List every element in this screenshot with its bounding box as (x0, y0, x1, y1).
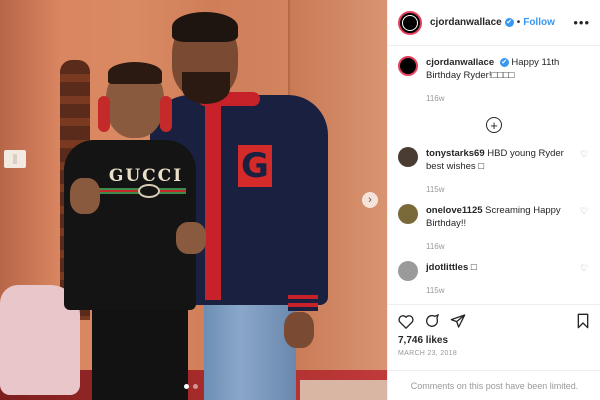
caption-avatar[interactable] (398, 56, 418, 76)
jacket-letter: G (238, 145, 272, 187)
man-jacket-cuff (288, 295, 318, 311)
comment-row: jdotlittles □ 115w ♡ (398, 261, 590, 297)
shirt-logo (138, 184, 160, 198)
comment-age[interactable]: 116w (426, 240, 578, 253)
man-beard (182, 72, 230, 104)
man-hand (284, 312, 314, 348)
share-icon[interactable] (450, 313, 466, 329)
man-hair (172, 12, 238, 42)
caption-age[interactable]: 116w (426, 92, 590, 105)
caption-body: cjordanwallace ✔ Happy 11th Birthday Ryd… (426, 56, 590, 105)
comments-list[interactable]: cjordanwallace ✔ Happy 11th Birthday Ryd… (388, 46, 600, 304)
comments-limited-notice: Comments on this post have been limited. (388, 370, 600, 400)
post-date: MARCH 23, 2018 (398, 350, 458, 357)
floor-right (300, 380, 387, 400)
carousel-dot (193, 384, 198, 389)
boy-hair (108, 62, 162, 84)
carousel-dots (184, 384, 198, 389)
commenter-username[interactable]: tonystarks69 (426, 148, 485, 159)
comment-like-heart-icon[interactable]: ♡ (578, 149, 590, 160)
commenter-avatar[interactable] (398, 147, 418, 167)
comment-body: onelove1125 Screaming Happy Birthday!! 11… (426, 204, 578, 253)
action-icons (398, 313, 590, 329)
light-switch (4, 150, 26, 168)
more-options-icon[interactable]: ••• (573, 15, 590, 30)
commenter-username[interactable]: onelove1125 (426, 205, 483, 216)
plus-circle-icon: + (486, 117, 502, 133)
caption: cjordanwallace ✔ Happy 11th Birthday Ryd… (398, 56, 590, 105)
headphones-right (160, 96, 172, 132)
commenter-avatar[interactable] (398, 204, 418, 224)
caption-username[interactable]: cjordanwallace (426, 57, 494, 68)
bookmark-icon[interactable] (576, 313, 590, 329)
boy-hand-right (176, 222, 206, 254)
comment-like-heart-icon[interactable]: ♡ (578, 263, 590, 274)
author-avatar[interactable] (398, 10, 422, 35)
comment-like-heart-icon[interactable]: ♡ (578, 206, 590, 217)
author-username[interactable]: cjordanwallace (430, 17, 502, 28)
heart-icon[interactable] (398, 314, 414, 329)
comment-row: tonystarks69 HBD young Ryder best wishes… (398, 147, 590, 196)
man-jeans (204, 292, 296, 400)
comment-body: tonystarks69 HBD young Ryder best wishes… (426, 147, 578, 196)
comment-icon[interactable] (424, 313, 440, 329)
comment-age[interactable]: 115w (426, 284, 578, 297)
shirt-text: GUCCI (108, 166, 184, 186)
verified-badge-icon: ✔ (504, 18, 514, 27)
likes-count[interactable]: 7,746 likes (398, 335, 590, 346)
post-header: cjordanwallace ✔ • Follow ••• (388, 0, 600, 46)
comment-text: □ (470, 262, 477, 273)
instagram-post: G GUCCI › cjordanwallace ✔ • Follow ••• (0, 0, 600, 400)
boy-hand-left (70, 178, 100, 214)
commenter-username[interactable]: jdotlittles (426, 262, 468, 273)
headphones-left (98, 96, 110, 132)
boy-pants (92, 305, 188, 400)
post-actions: 7,746 likes MARCH 23, 2018 (388, 304, 600, 357)
man-jacket-zip (205, 100, 221, 300)
commenter-avatar[interactable] (398, 261, 418, 281)
header-separator: • (516, 17, 521, 28)
comment-age[interactable]: 115w (426, 183, 578, 196)
post-sidebar: cjordanwallace ✔ • Follow ••• cjordanwal… (387, 0, 600, 400)
carousel-dot-active (184, 384, 189, 389)
follow-button[interactable]: Follow (523, 17, 555, 28)
carousel-next-button[interactable]: › (362, 192, 378, 208)
post-photo[interactable]: G GUCCI › (0, 0, 387, 400)
verified-badge-icon: ✔ (499, 57, 509, 67)
load-more-comments-button[interactable]: + (398, 117, 590, 133)
comment-body: jdotlittles □ 115w (426, 261, 578, 297)
comment-row: onelove1125 Screaming Happy Birthday!! 11… (398, 204, 590, 253)
